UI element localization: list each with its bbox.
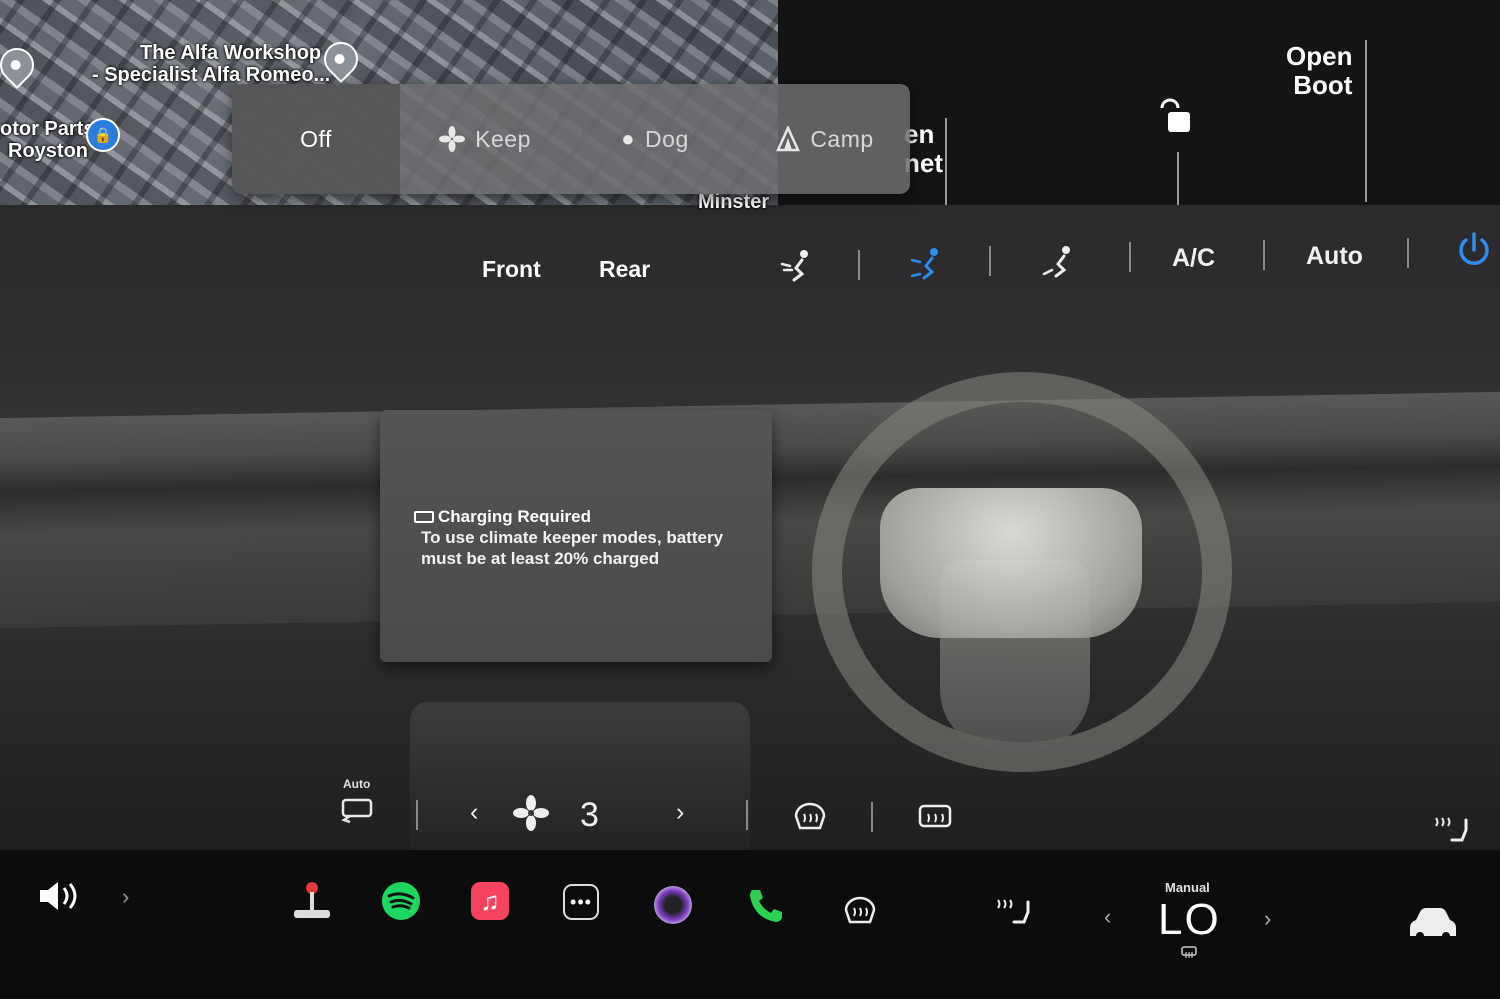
mode-dog-button[interactable]: ● Dog	[570, 84, 740, 194]
temperature-increase-icon[interactable]: ›	[1264, 906, 1271, 932]
mode-camp-button[interactable]: Camp	[740, 84, 910, 194]
fan-icon	[513, 795, 549, 831]
tent-icon	[776, 126, 801, 152]
volume-expand-icon[interactable]: ›	[122, 884, 129, 910]
more-apps-icon[interactable]: •••	[563, 884, 599, 920]
charging-required-alert: Charging Required To use climate keeper …	[414, 506, 754, 569]
climate-power-icon[interactable]	[1454, 230, 1494, 270]
airflow-face-icon[interactable]	[780, 248, 814, 284]
fan-speed-value: 3	[580, 796, 599, 834]
temperature-mode-label: Manual	[1165, 880, 1210, 895]
mode-dog-label: Dog	[645, 125, 689, 152]
mode-keep-button[interactable]: Keep	[400, 84, 570, 194]
airflow-face-feet-icon[interactable]	[910, 246, 944, 282]
airflow-feet-icon[interactable]	[1042, 244, 1076, 280]
climate-keeper-mode-selector: Off Keep ● Dog Camp	[232, 84, 910, 194]
divider	[1129, 242, 1131, 272]
mode-off-label: Off	[300, 125, 332, 152]
alert-message-line1: To use climate keeper modes, battery	[421, 528, 724, 547]
fan-increase-icon[interactable]: ›	[676, 798, 684, 827]
fan-decrease-icon[interactable]: ‹	[470, 798, 478, 827]
camera-icon[interactable]	[654, 886, 692, 924]
front-defrost-icon[interactable]	[792, 800, 828, 834]
open-boot-line2: Boot	[1293, 70, 1353, 100]
phone-icon[interactable]	[746, 886, 786, 926]
recirculation-icon[interactable]	[340, 796, 376, 826]
frunk-pointer-line	[945, 118, 947, 214]
boot-pointer-line	[1365, 40, 1367, 202]
defrost-icon[interactable]	[842, 894, 878, 928]
open-boot-line1: Open	[1286, 41, 1353, 71]
defrost-indicator-icon	[1181, 946, 1197, 958]
auto-button[interactable]: Auto	[1306, 242, 1363, 271]
divider	[1407, 238, 1409, 268]
divider	[746, 800, 748, 830]
tab-rear[interactable]: Rear	[599, 256, 650, 283]
divider	[989, 246, 991, 276]
seat-heat-icon[interactable]	[992, 892, 1032, 932]
rear-defrost-icon[interactable]	[916, 802, 954, 836]
map-label-workshop-sub[interactable]: - Specialist Alfa Romeo...	[92, 64, 330, 86]
car-icon[interactable]	[1406, 904, 1458, 944]
joystick-icon[interactable]	[290, 878, 334, 922]
open-boot-button[interactable]: Open Boot	[1286, 42, 1352, 100]
seat-heater-icon[interactable]	[1430, 810, 1470, 850]
temperature-value[interactable]: LO	[1158, 895, 1221, 945]
unlock-pointer-line	[1177, 152, 1179, 208]
divider	[871, 802, 873, 832]
steering-hub-render	[880, 488, 1142, 638]
tab-front[interactable]: Front	[482, 256, 541, 283]
music-icon[interactable]: ♫	[471, 882, 509, 920]
divider	[858, 250, 860, 280]
divider	[416, 800, 418, 830]
alert-title: Charging Required	[438, 507, 592, 526]
unlock-icon[interactable]	[1156, 98, 1196, 138]
volume-icon[interactable]	[36, 878, 82, 914]
shop-icon[interactable]: 🔒	[86, 118, 120, 152]
map-pin-icon[interactable]	[0, 40, 42, 90]
ac-button[interactable]: A/C	[1172, 244, 1215, 273]
map-label-motor-parts[interactable]: otor Parts	[0, 118, 94, 140]
fan-icon	[439, 126, 466, 152]
map-label-workshop[interactable]: The Alfa Workshop	[140, 42, 321, 64]
battery-icon	[414, 510, 434, 523]
mode-keep-label: Keep	[475, 125, 531, 152]
map-label-royston[interactable]: Royston	[8, 140, 88, 162]
temperature-decrease-icon[interactable]: ‹	[1104, 904, 1111, 930]
paw-icon: ●	[621, 126, 636, 151]
alert-message-line2: must be at least 20% charged	[421, 549, 660, 568]
mode-off-button[interactable]: Off	[232, 84, 400, 194]
map-label-minster: Minster	[698, 191, 770, 213]
spotify-icon[interactable]	[382, 882, 420, 920]
mode-camp-label: Camp	[810, 125, 874, 152]
recirculation-mode-label: Auto	[343, 777, 371, 791]
divider	[1263, 240, 1265, 270]
